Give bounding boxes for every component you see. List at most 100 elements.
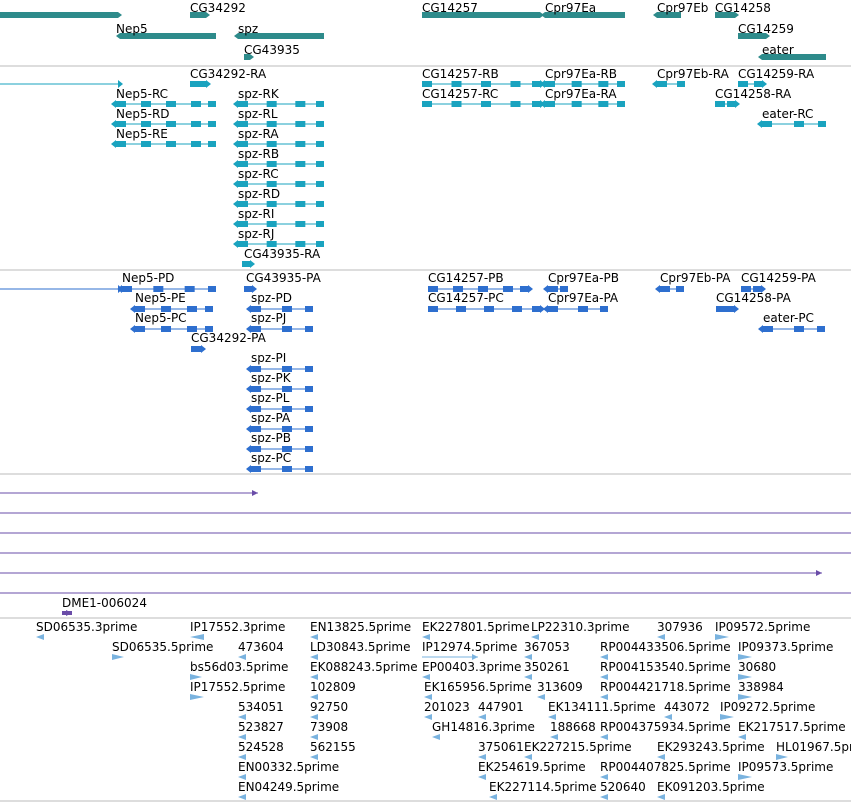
transcript-feature[interactable]: CG14258-RA — [715, 87, 792, 108]
est-feature[interactable]: EK254619.5prime — [478, 760, 586, 780]
est-feature[interactable]: EP00403.3prime — [422, 660, 521, 680]
est-feature[interactable]: EN04249.5prime — [238, 780, 339, 800]
est-feature[interactable]: EK165956.5prime — [424, 680, 532, 700]
est-feature[interactable]: 350261 — [524, 660, 570, 680]
est-feature[interactable]: RP004433506.5prime — [600, 640, 731, 660]
est-feature[interactable]: IP12974.5prime — [422, 640, 517, 660]
transcript-feature[interactable]: Nep5-RC — [111, 87, 216, 108]
transcript-feature[interactable] — [0, 80, 123, 88]
transcript-feature[interactable]: spz-RK — [233, 87, 324, 108]
gene-feature[interactable]: spz — [234, 22, 324, 39]
transcript-feature[interactable]: CG14259-RA — [738, 67, 815, 88]
transcript-feature[interactable]: spz-RA — [233, 127, 324, 148]
est-feature[interactable]: 520640 — [600, 780, 646, 800]
est-feature[interactable]: 201023 — [424, 700, 470, 720]
est-feature[interactable]: EK217517.5prime — [738, 720, 846, 740]
transcript-feature[interactable]: spz-PB — [246, 431, 313, 453]
misc-feature[interactable] — [0, 570, 822, 576]
transcript-feature[interactable]: spz-RJ — [233, 227, 324, 248]
est-feature[interactable]: EK227215.5prime — [524, 740, 632, 760]
est-feature[interactable]: EN00332.5prime — [238, 760, 339, 780]
transcript-feature[interactable]: spz-PJ — [246, 311, 313, 333]
est-feature[interactable]: 524528 — [238, 740, 284, 760]
est-feature[interactable]: SD06535.5prime — [112, 640, 213, 660]
transcript-feature[interactable]: CG14257-RB — [422, 67, 545, 88]
transcript-feature[interactable]: CG14257-RC — [422, 87, 545, 108]
transcript-feature[interactable]: spz-RC — [233, 167, 324, 188]
est-feature[interactable]: 443072 — [664, 700, 710, 720]
est-feature[interactable]: IP09373.5prime — [738, 640, 833, 660]
gene-feature[interactable]: CG34292 — [190, 1, 246, 18]
transcript-feature[interactable]: CG14257-PB — [428, 271, 533, 293]
transcript-feature[interactable]: Nep5-PE — [130, 291, 213, 313]
transcript-feature[interactable]: spz-PL — [246, 391, 313, 413]
transcript-feature[interactable]: spz-PK — [246, 371, 313, 393]
transcript-feature[interactable]: CG14259-PA — [741, 271, 817, 293]
gene-feature[interactable]: Nep5 — [116, 22, 216, 39]
gene-feature[interactable]: eater — [758, 43, 826, 60]
est-feature[interactable]: IP09573.5prime — [738, 760, 833, 780]
est-feature[interactable]: 534051 — [238, 700, 284, 720]
transcript-feature[interactable]: Cpr97Ea-PB — [543, 271, 619, 293]
gene-feature[interactable]: CG14257 — [422, 1, 544, 18]
transcript-feature[interactable]: spz-PA — [246, 411, 313, 433]
est-feature[interactable]: EN13825.5prime — [310, 620, 411, 640]
transcript-feature[interactable]: Nep5-RD — [111, 107, 216, 128]
est-feature[interactable]: 367053 — [524, 640, 570, 660]
est-feature[interactable]: IP17552.5prime — [190, 680, 285, 700]
gene-feature[interactable]: Cpr97Eb — [653, 1, 708, 18]
est-feature[interactable]: 188668 — [550, 720, 596, 740]
est-feature[interactable]: EK227114.5prime — [489, 780, 597, 800]
misc-feature[interactable]: DME1-006024 — [62, 596, 147, 616]
est-feature[interactable]: EK091203.5prime — [657, 780, 765, 800]
est-feature[interactable]: IP09572.5prime — [715, 620, 810, 640]
transcript-feature[interactable]: spz-PC — [246, 451, 313, 473]
misc-feature[interactable] — [0, 490, 258, 496]
est-feature[interactable]: RP004407825.5prime — [600, 760, 731, 780]
transcript-feature[interactable]: CG34292-PA — [191, 331, 267, 353]
est-feature[interactable]: 92750 — [310, 700, 348, 720]
transcript-feature[interactable]: Cpr97Ea-RB — [540, 67, 625, 88]
est-feature[interactable]: IP17552.3prime — [190, 620, 285, 640]
gene-feature[interactable]: CG14259 — [738, 22, 794, 39]
transcript-feature[interactable]: Nep5-PC — [130, 311, 213, 333]
transcript-feature[interactable]: CG34292-RA — [190, 67, 267, 88]
transcript-feature[interactable]: spz-RL — [233, 107, 324, 128]
est-feature[interactable]: SD06535.3prime — [36, 620, 137, 640]
transcript-feature[interactable]: CG14257-PC — [428, 291, 545, 313]
est-feature[interactable]: GH14816.3prime — [432, 720, 535, 740]
transcript-feature[interactable]: Nep5-RE — [111, 127, 216, 148]
transcript-feature[interactable]: Cpr97Ea-PA — [543, 291, 619, 313]
est-feature[interactable]: EK134111.5prime — [548, 700, 656, 720]
transcript-feature[interactable]: spz-RB — [233, 147, 324, 168]
transcript-feature[interactable]: eater-PC — [758, 311, 825, 333]
gene-feature[interactable]: Cpr97Ea — [541, 1, 625, 18]
est-feature[interactable]: 375061 — [478, 740, 524, 760]
transcript-feature[interactable]: spz-PI — [246, 351, 313, 373]
est-feature[interactable]: RP004153540.5prime — [600, 660, 731, 680]
est-feature[interactable]: RP004421718.5prime — [600, 680, 731, 700]
est-feature[interactable]: 73908 — [310, 720, 348, 740]
transcript-feature[interactable] — [0, 285, 123, 293]
est-feature[interactable]: 30680 — [738, 660, 776, 680]
est-feature[interactable]: IP09272.5prime — [720, 700, 815, 720]
est-feature[interactable]: bs56d03.5prime — [190, 660, 288, 680]
est-feature[interactable]: EK227801.5prime — [422, 620, 530, 640]
est-feature[interactable]: HL01967.5prime — [776, 740, 851, 760]
transcript-feature[interactable]: Cpr97Ea-RA — [540, 87, 625, 108]
transcript-feature[interactable]: eater-RC — [757, 107, 826, 128]
est-feature[interactable]: 523827 — [238, 720, 284, 740]
est-feature[interactable]: EK088243.5prime — [310, 660, 418, 680]
est-feature[interactable]: RP004375934.5prime — [600, 720, 731, 740]
est-feature[interactable]: LP22310.3prime — [531, 620, 630, 640]
transcript-feature[interactable]: spz-RD — [233, 187, 324, 208]
transcript-feature[interactable]: Cpr97Eb-RA — [652, 67, 730, 88]
transcript-feature[interactable]: Cpr97Eb-PA — [655, 271, 731, 293]
est-feature[interactable]: 313609 — [537, 680, 583, 700]
transcript-feature[interactable]: CG43935-PA — [244, 271, 322, 293]
est-feature[interactable]: 307936 — [657, 620, 703, 640]
gene-feature[interactable]: CG14258 — [715, 1, 771, 18]
est-feature[interactable]: 473604 — [238, 640, 284, 660]
gene-feature[interactable]: CG43935 — [244, 43, 300, 60]
transcript-feature[interactable]: CG43935-RA — [242, 247, 321, 268]
